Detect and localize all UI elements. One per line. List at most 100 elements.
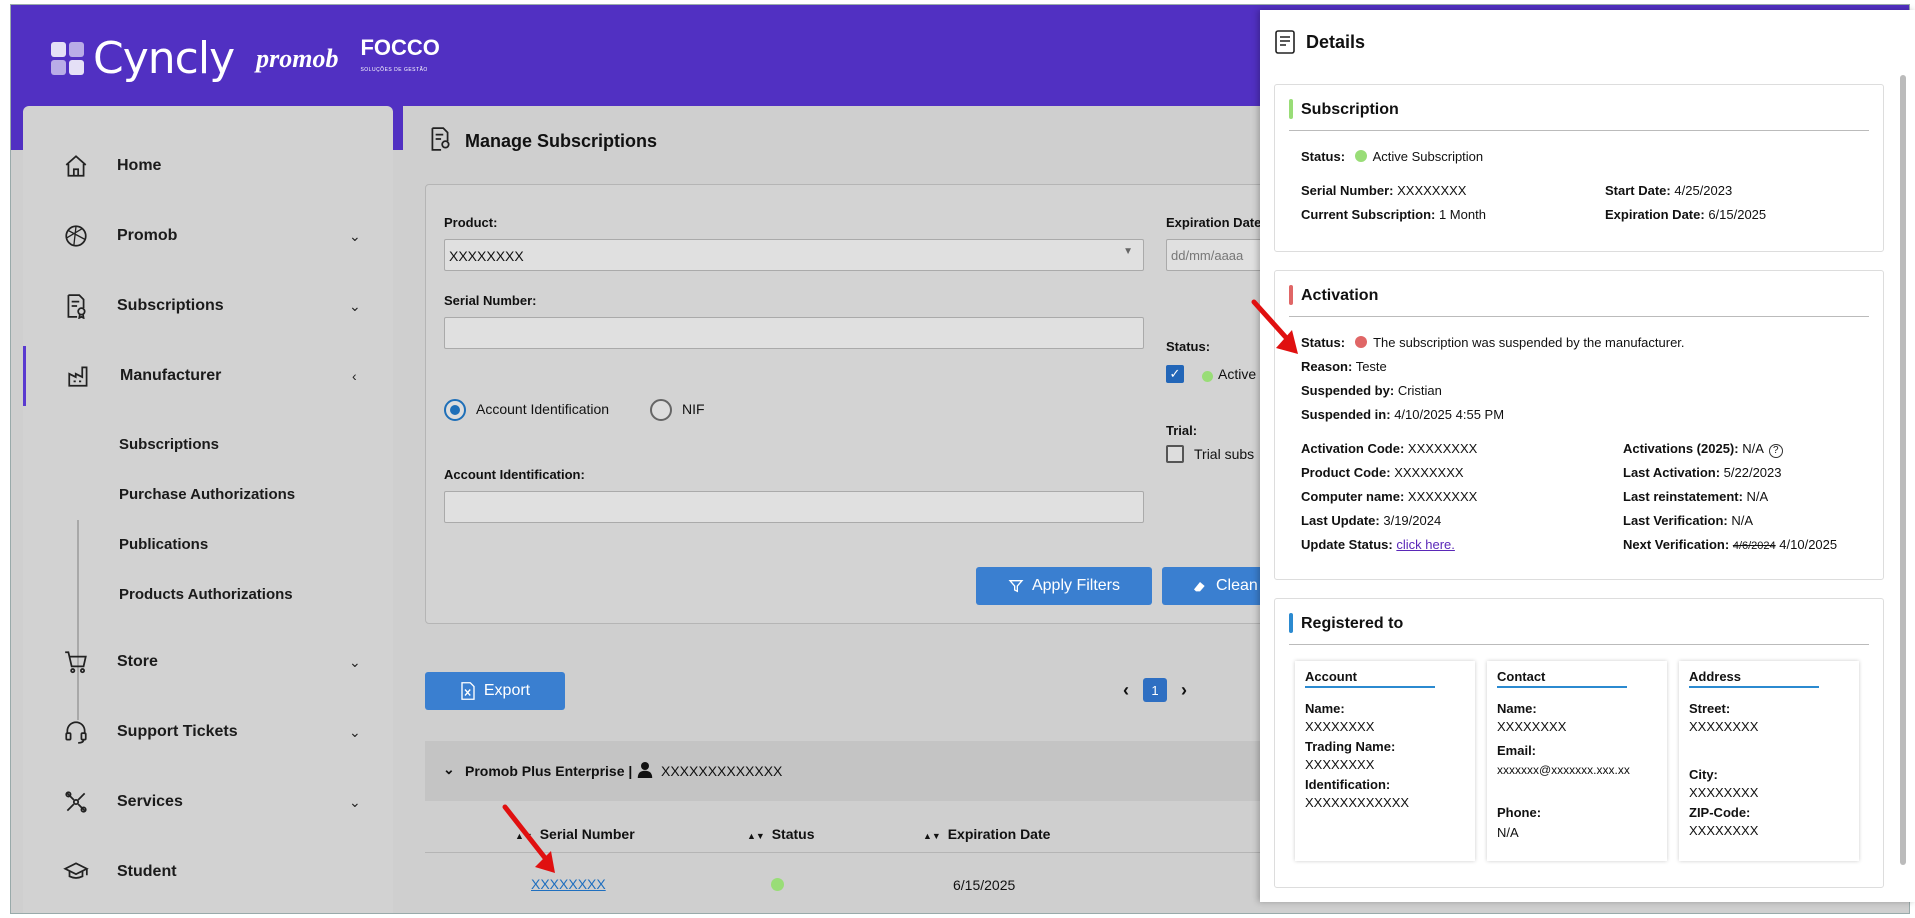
excel-file-icon [461,682,475,700]
status-label: Status: [1166,339,1211,354]
column-header-label: Expiration Date [947,826,1051,842]
kv-label: Expiration Date: [1605,207,1705,222]
registered-card: Registered to Account Name: XXXXXXXX Tra… [1274,598,1884,888]
help-icon[interactable]: ? [1768,444,1783,458]
kv-label: Last Verification: [1623,513,1728,528]
activation-last-update: Last Update: 3/19/2024 [1301,513,1441,528]
trial-checkbox[interactable] [1166,445,1184,463]
status-active-checkbox[interactable]: ✓ [1166,365,1184,383]
kv-value: XXXXXXXX [1394,465,1464,480]
clean-label: Clean [1216,577,1258,594]
contact-email-value: xxxxxxx@xxxxxxx.xxx.xx [1497,763,1630,777]
kv-value: N/A [1731,513,1754,528]
column-header-status[interactable]: ▲▼ Status [747,826,815,842]
subscription-current: Current Subscription: 1 Month [1301,207,1486,222]
sidebar-item-support-tickets[interactable]: Support Tickets ⌄ [23,702,393,762]
export-button[interactable]: Export [425,672,565,710]
promob-icon [61,221,91,251]
kv-label: Current Subscription: [1301,207,1436,222]
chevron-down-icon: ⌄ [349,793,361,810]
radio-nif-label: NIF [682,401,705,417]
cart-icon [61,647,91,677]
kv-label: Serial Number: [1301,183,1394,198]
kv-value: Cristian [1397,383,1442,398]
cyncly-logo-text: Cyncly [93,33,235,84]
address-box-title: Address [1689,669,1819,688]
serial-number-input[interactable] [444,317,1144,349]
radio-account-identification[interactable] [444,399,466,421]
account-identification-input[interactable] [444,491,1144,523]
details-scrollbar[interactable] [1900,75,1906,865]
cyncly-logo-mark-icon [51,41,85,76]
sort-icon: ▲▼ [923,831,941,841]
sidebar-item-subscriptions[interactable]: Subscriptions ⌄ [23,276,393,336]
kv-value: XXXXXXXX [1407,441,1478,456]
kv-value: N/A [1742,441,1764,456]
sidebar: Home Promob ⌄ Subscriptions ⌄ Manufactur… [23,106,393,913]
sidebar-item-promob[interactable]: Promob ⌄ [23,206,393,266]
product-select[interactable]: XXXXXXXX ▼ [444,239,1144,271]
sidebar-item-store[interactable]: Store ⌄ [23,632,393,692]
activation-product-code: Product Code: XXXXXXXX [1301,465,1464,480]
kv-label: Last Activation: [1623,465,1721,480]
filter-icon [1008,580,1024,593]
update-status-link[interactable]: click here. [1396,537,1455,552]
address-zip-label: ZIP-Code: [1689,805,1751,820]
sidebar-item-services[interactable]: Services ⌄ [23,772,393,832]
submenu-item-publications[interactable]: Publications [119,536,208,553]
sidebar-item-label: Support Tickets [117,723,238,740]
details-header: Details [1274,30,1365,54]
graduation-cap-icon [61,857,91,887]
sidebar-item-home[interactable]: Home [23,136,393,196]
status-suspended-dot [1354,336,1367,348]
sidebar-item-label: Store [117,653,158,670]
submenu-item-products-authorizations[interactable]: Products Authorizations [119,586,293,603]
chevron-right-icon[interactable]: › [1181,680,1187,701]
contact-phone-label: Phone: [1497,805,1542,820]
registered-card-title: Registered to [1289,613,1403,633]
kv-label: Next Verification: [1623,537,1730,552]
sidebar-item-label: Home [117,157,162,174]
radio-account-identification-label: Account Identification [476,401,610,417]
chevron-left-icon[interactable]: ‹ [1123,680,1129,701]
activation-suspended-by: Suspended by: Cristian [1301,383,1442,398]
kv-value: 6/15/2025 [1708,207,1767,222]
card-divider [1289,316,1869,317]
submenu-item-subscriptions[interactable]: Subscriptions [119,436,219,453]
submenu-item-purchase-authorizations[interactable]: Purchase Authorizations [119,486,295,503]
column-header-expiration-date[interactable]: ▲▼ Expiration Date [923,826,1050,842]
sidebar-item-manufacturer[interactable]: Manufacturer ‹ [23,346,393,406]
radio-nif[interactable] [650,399,672,421]
contact-name-value: XXXXXXXX [1497,719,1567,734]
address-box: Address Street: XXXXXXXX City: XXXXXXXX … [1679,661,1859,861]
kv-label: Last Update: [1301,513,1380,528]
kv-value: The subscription was suspended by the ma… [1373,335,1685,350]
subscription-serial-number: Serial Number: XXXXXXXX [1301,183,1466,198]
apply-filters-button[interactable]: Apply Filters [976,567,1152,605]
sidebar-item-student[interactable]: Student [23,842,393,902]
kv-old-value: 4/6/2024 [1732,540,1776,552]
activation-next-verification: Next Verification: 4/6/2024 4/10/2025 [1623,537,1837,552]
promob-logo: promob [256,43,339,73]
address-city-label: City: [1689,767,1718,782]
page-number-current[interactable]: 1 [1143,678,1167,702]
kv-value: XXXXXXXX [1407,489,1478,504]
kv-label: Suspended by: [1301,383,1395,398]
group-product-name: Promob Plus Enterprise | [465,763,633,779]
card-divider [1289,644,1869,645]
chevron-down-icon: ⌄ [349,227,361,244]
activation-update-status: Update Status: click here. [1301,537,1455,552]
column-header-label: Status [771,826,815,842]
account-name-label: Name: [1305,701,1345,716]
sidebar-item-label: Promob [117,227,178,244]
apply-filters-label: Apply Filters [1031,577,1121,594]
eraser-icon [1194,582,1205,592]
brand-logos: Cyncly promob FOCCO SOLUÇÕES DE GESTÃO [51,33,440,84]
cyncly-logo[interactable]: Cyncly [51,33,235,84]
activation-last-reinstatement: Last reinstatement: N/A [1623,489,1768,504]
focco-logo: FOCCO SOLUÇÕES DE GESTÃO [360,36,439,81]
account-trading-value: XXXXXXXX [1305,757,1375,772]
subscriptions-icon [427,126,453,157]
kv-label: Start Date: [1605,183,1671,198]
trial-label: Trial: [1166,423,1198,438]
